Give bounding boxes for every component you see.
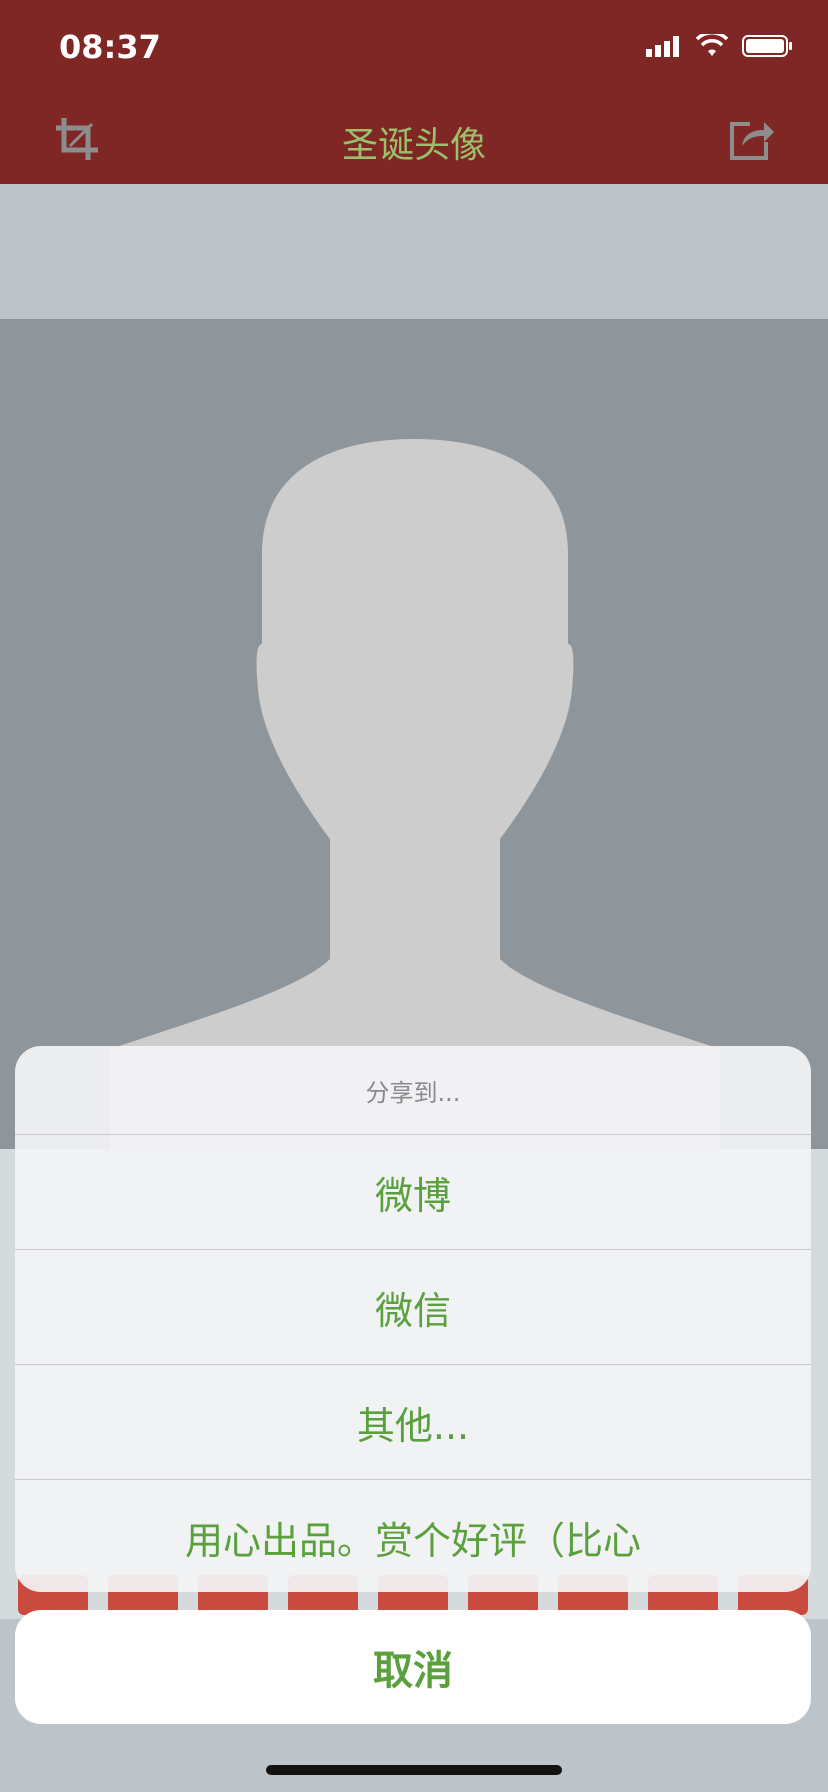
status-time: 08:37 bbox=[59, 28, 161, 66]
avatar-silhouette bbox=[110, 439, 720, 1149]
share-icon bbox=[730, 122, 774, 160]
top-band bbox=[0, 184, 828, 319]
page-title: 圣诞头像 bbox=[341, 125, 486, 166]
share-action-sheet: 分享到... 微博 微信 其他... 用心出品。赏个好评（比心 bbox=[15, 1046, 811, 1592]
status-bar: 08:37 bbox=[0, 0, 828, 96]
share-button[interactable] bbox=[726, 114, 776, 164]
home-indicator bbox=[266, 1765, 562, 1775]
sheet-title: 分享到... bbox=[15, 1046, 811, 1135]
signal-icon bbox=[646, 36, 679, 57]
nav-bar: 圣诞头像 bbox=[0, 96, 828, 184]
share-wechat-option[interactable]: 微信 bbox=[15, 1250, 811, 1365]
avatar-preview[interactable] bbox=[0, 319, 828, 1149]
rate-app-option[interactable]: 用心出品。赏个好评（比心 bbox=[15, 1480, 811, 1592]
share-other-option[interactable]: 其他... bbox=[15, 1365, 811, 1480]
battery-icon bbox=[742, 35, 792, 57]
wifi-icon bbox=[696, 34, 728, 56]
share-weibo-option[interactable]: 微博 bbox=[15, 1135, 811, 1250]
status-icons bbox=[646, 34, 794, 58]
cancel-button[interactable]: 取消 bbox=[15, 1610, 811, 1724]
